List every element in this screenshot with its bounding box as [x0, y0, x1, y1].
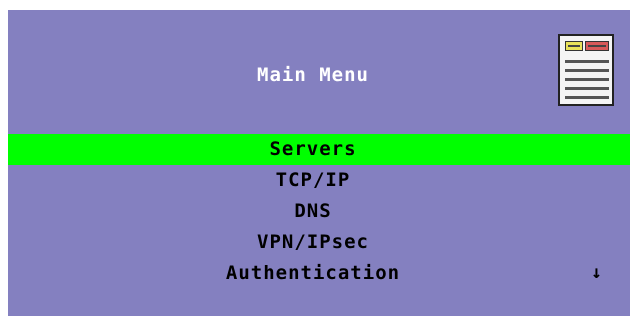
main-menu-list: Servers TCP/IP DNS VPN/IPsec Authenticat… [8, 134, 630, 289]
drive-bay-icon [585, 41, 609, 51]
vent-slot [565, 69, 609, 72]
menu-item-dns[interactable]: DNS [8, 196, 630, 227]
menu-item-servers[interactable]: Servers [8, 134, 630, 165]
vent-slot [565, 96, 609, 99]
lcd-screen: Main Menu Servers TCP/IP DNS VPN/IPsec A… [8, 10, 630, 316]
vent-slot [565, 78, 609, 81]
vent-slot [565, 60, 609, 63]
drive-bay-icon [565, 41, 583, 51]
menu-item-tcp-ip[interactable]: TCP/IP [8, 165, 630, 196]
server-icon [558, 34, 614, 106]
scroll-down-arrow-icon[interactable]: ↓ [591, 262, 602, 283]
vent-slot [565, 87, 609, 90]
menu-item-authentication[interactable]: Authentication [8, 258, 630, 289]
menu-item-vpn-ipsec[interactable]: VPN/IPsec [8, 227, 630, 258]
page-title: Main Menu [257, 64, 369, 86]
